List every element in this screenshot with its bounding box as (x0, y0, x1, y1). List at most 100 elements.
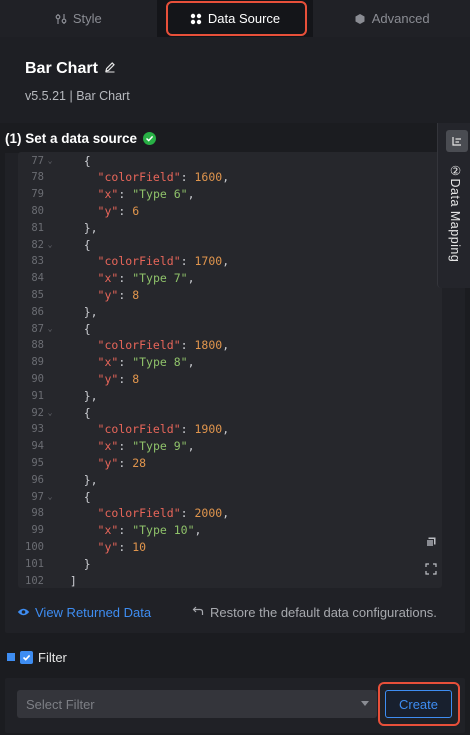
view-returned-data-label: View Returned Data (35, 604, 152, 620)
style-sliders-icon (55, 13, 67, 25)
code-line: 102 ] (18, 572, 442, 588)
line-number: 88 (31, 339, 44, 352)
line-number: 79 (31, 188, 44, 201)
fold-chevron-icon[interactable]: ⌄ (44, 240, 56, 249)
code-text: }, (83, 388, 98, 403)
json-key: "x" (97, 523, 119, 538)
fullscreen-icon[interactable] (424, 562, 438, 576)
select-filter-placeholder: Select Filter (26, 696, 95, 712)
line-number: 89 (31, 356, 44, 369)
code-text: "colorField": 1900, (97, 422, 230, 437)
component-version: v5.5.21 | Bar Chart (25, 89, 130, 103)
code-text: "y": 10 (97, 539, 147, 554)
code-line: 94 "x": "Type 9", (18, 438, 442, 455)
data-mapping-icon[interactable] (446, 130, 468, 152)
json-key: "colorField" (97, 422, 181, 437)
line-number: 95 (31, 456, 44, 469)
code-line: 87 ⌄ { (18, 320, 442, 337)
code-line: 78 "colorField": 1600, (18, 169, 442, 186)
json-key: "y" (97, 455, 119, 470)
data-mapping-side-tab[interactable]: ②Data Mapping (437, 123, 470, 288)
tab-advanced-label: Advanced (371, 11, 430, 26)
filter-checkbox[interactable] (20, 650, 33, 664)
json-key: "colorField" (97, 254, 181, 269)
fold-chevron-icon[interactable]: ⌄ (44, 408, 56, 417)
view-returned-data-link[interactable]: View Returned Data (17, 605, 151, 620)
line-number: 99 (31, 524, 44, 537)
line-number: 81 (31, 221, 44, 234)
fold-chevron-icon[interactable]: ⌄ (44, 324, 56, 333)
code-line: 96 }, (18, 471, 442, 488)
eye-icon (17, 605, 30, 620)
code-line: 88 "colorField": 1800, (18, 337, 442, 354)
code-text: "y": 8 (97, 287, 140, 302)
chevron-down-icon (361, 701, 369, 706)
json-code-editor[interactable]: 77 ⌄ {78 "colorField": 1600, 79 "x": "Type… (18, 152, 442, 588)
line-number: 80 (31, 204, 44, 217)
fold-chevron-icon[interactable]: ⌄ (44, 492, 56, 501)
json-key: "y" (97, 371, 119, 386)
copy-icon[interactable] (424, 535, 438, 549)
json-value: 1600 (194, 170, 223, 185)
line-number: 94 (31, 440, 44, 453)
data-source-actions: View Returned Data Restore the default d… (17, 602, 457, 622)
json-key: "colorField" (97, 170, 181, 185)
json-key: "colorField" (97, 506, 181, 521)
code-line: 98 "colorField": 2000, (18, 505, 442, 522)
code-text: "colorField": 1700, (97, 254, 230, 269)
fold-chevron-icon[interactable]: ⌄ (44, 156, 56, 165)
line-number: 98 (31, 507, 44, 520)
check-circle-icon (143, 131, 157, 145)
code-text: "y": 8 (97, 371, 140, 386)
data-source-section-title: (1) Set a data source (0, 123, 470, 153)
code-line: 95 "y": 28 (18, 454, 442, 471)
line-number: 102 (25, 574, 44, 587)
json-key: "y" (97, 203, 119, 218)
edit-pencil-icon[interactable] (104, 60, 116, 78)
code-line: 80 "y": 6 (18, 202, 442, 219)
code-line: 93 "colorField": 1900, (18, 421, 442, 438)
line-number: 101 (25, 557, 44, 570)
json-value: 1800 (194, 338, 223, 353)
code-line: 81 }, (18, 219, 442, 236)
code-line: 77 ⌄ { (18, 152, 442, 169)
json-value: "Type 8" (132, 355, 188, 370)
tab-data-source[interactable]: Data Source (156, 0, 314, 37)
line-number: 92 (31, 406, 44, 419)
line-number: 82 (31, 238, 44, 251)
code-text: "x": "Type 9", (97, 439, 195, 454)
json-value: 2000 (194, 506, 223, 521)
json-value: "Type 6" (132, 187, 188, 202)
json-value: 28 (132, 455, 147, 470)
line-number: 91 (31, 389, 44, 402)
component-header: Bar Chart v5.5.21 | Bar Chart (0, 37, 470, 123)
filter-toggle-row: Filter (7, 648, 67, 666)
restore-arrow-icon (192, 605, 204, 620)
create-filter-button[interactable]: Create (385, 690, 452, 718)
tab-style-label: Style (72, 11, 102, 26)
tab-advanced[interactable]: Advanced (313, 0, 470, 37)
code-line: 86 }, (18, 303, 442, 320)
code-line: 85 "y": 8 (18, 286, 442, 303)
code-text: "x": "Type 6", (97, 187, 195, 202)
line-number: 77 (31, 154, 44, 167)
code-text: }, (83, 220, 98, 235)
code-text: "colorField": 1600, (97, 170, 230, 185)
json-value: 1700 (194, 254, 223, 269)
code-text: }, (83, 472, 98, 487)
code-text: ] (69, 573, 77, 588)
select-filter-dropdown[interactable]: Select Filter (17, 690, 377, 718)
tab-data-source-label: Data Source (207, 11, 281, 26)
code-line: 101 } (18, 555, 442, 572)
code-text: "colorField": 1800, (97, 338, 230, 353)
restore-default-link[interactable]: Restore the default data configurations. (192, 605, 437, 620)
code-text: "x": "Type 7", (97, 271, 195, 286)
code-line: 90 "y": 8 (18, 370, 442, 387)
json-value: "Type 7" (132, 271, 188, 286)
line-number: 97 (31, 490, 44, 503)
restore-default-label: Restore the default data configurations. (210, 604, 437, 620)
json-value: "Type 10" (132, 523, 195, 538)
tab-style[interactable]: Style (0, 0, 157, 37)
line-number: 84 (31, 272, 44, 285)
json-key: "x" (97, 187, 119, 202)
